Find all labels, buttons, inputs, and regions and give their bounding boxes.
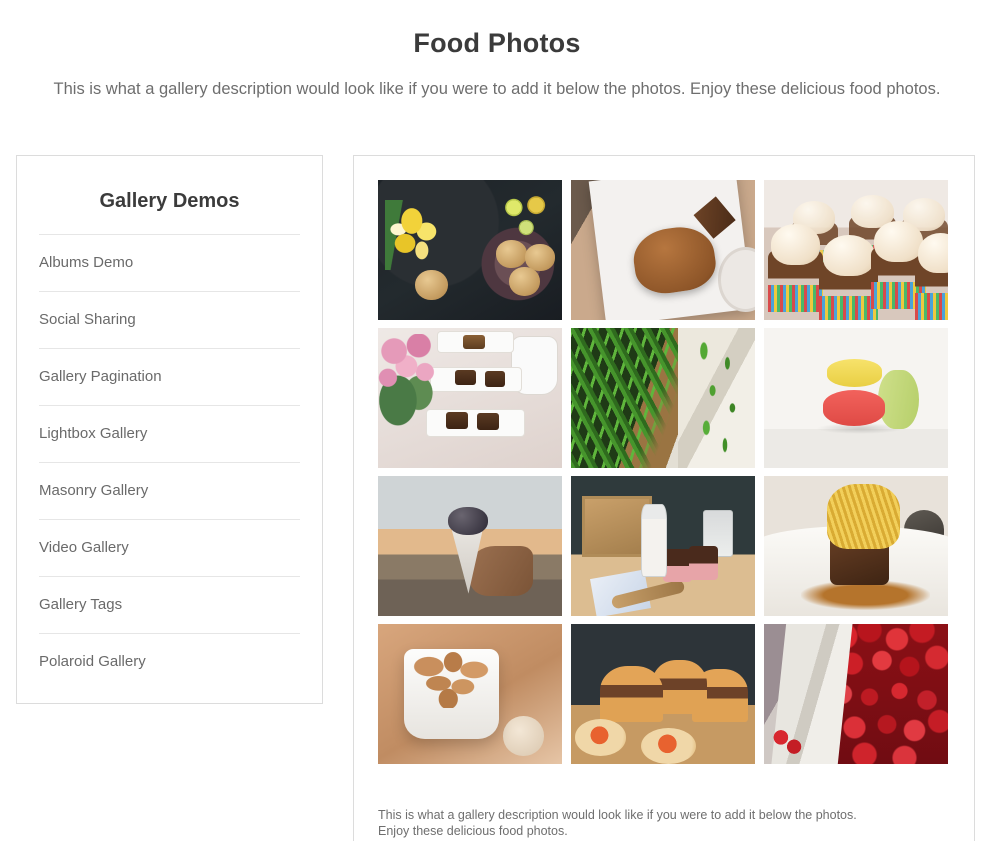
photo-almonds-in-ramekin: [378, 624, 562, 764]
photo-milk-and-chocolate-cupcakes: [571, 476, 755, 616]
sidebar-item-gallery-tags[interactable]: Gallery Tags: [39, 576, 300, 633]
sidebar-item-masonry-gallery[interactable]: Masonry Gallery: [39, 462, 300, 519]
photo-thumbnail-cookies[interactable]: [378, 180, 562, 320]
sidebar-item-polaroid-gallery[interactable]: Polaroid Gallery: [39, 633, 300, 690]
photo-thumbnail-croissant[interactable]: [571, 180, 755, 320]
photo-grid: [354, 156, 974, 764]
photo-macarons: [764, 328, 948, 468]
gallery-caption: This is what a gallery description would…: [378, 807, 857, 838]
photo-thumbnail-milk-carafe[interactable]: [571, 476, 755, 616]
photo-bacon-cheeseburger-sliders: [571, 624, 755, 764]
page-header: Food Photos This is what a gallery descr…: [0, 0, 994, 100]
photo-cookies-on-dark-plate: [378, 180, 562, 320]
photo-frosted-cupcakes: [764, 180, 948, 320]
photo-thumbnail-gourmet-dish[interactable]: [764, 476, 948, 616]
gallery-panel: This is what a gallery description would…: [353, 155, 975, 841]
page-title: Food Photos: [413, 28, 581, 58]
sidebar-item-social-sharing[interactable]: Social Sharing: [39, 291, 300, 348]
sidebar-item-albums-demo[interactable]: Albums Demo: [39, 234, 300, 291]
photo-gourmet-meat-with-noodles: [764, 476, 948, 616]
photo-thumbnail-macarons[interactable]: [764, 328, 948, 468]
photo-tiered-dessert-stand: [378, 328, 562, 468]
sidebar-panel: Gallery Demos Albums Demo Social Sharing…: [16, 155, 323, 704]
gallery-page: Food Photos This is what a gallery descr…: [0, 0, 994, 841]
photo-thumbnail-cupcakes[interactable]: [764, 180, 948, 320]
sidebar-item-gallery-pagination[interactable]: Gallery Pagination: [39, 348, 300, 405]
photo-croissant-on-book: [571, 180, 755, 320]
page-description: This is what a gallery description would…: [53, 80, 941, 98]
photo-thumbnail-burgers[interactable]: [571, 624, 755, 764]
photo-thumbnail-almonds[interactable]: [378, 624, 562, 764]
photo-cherries-in-cloth: [764, 624, 948, 764]
photo-green-beans-on-board: [571, 328, 755, 468]
sidebar-menu: Albums Demo Social Sharing Gallery Pagin…: [17, 234, 322, 690]
photo-thumbnail-green-beans[interactable]: [571, 328, 755, 468]
sidebar-item-video-gallery[interactable]: Video Gallery: [39, 519, 300, 576]
photo-ice-cream-cone-sunset: [378, 476, 562, 616]
sidebar-item-lightbox-gallery[interactable]: Lightbox Gallery: [39, 405, 300, 462]
photo-thumbnail-tiered-stand[interactable]: [378, 328, 562, 468]
photo-thumbnail-cherries[interactable]: [764, 624, 948, 764]
sidebar-title: Gallery Demos: [99, 190, 240, 212]
photo-thumbnail-ice-cream-cone[interactable]: [378, 476, 562, 616]
